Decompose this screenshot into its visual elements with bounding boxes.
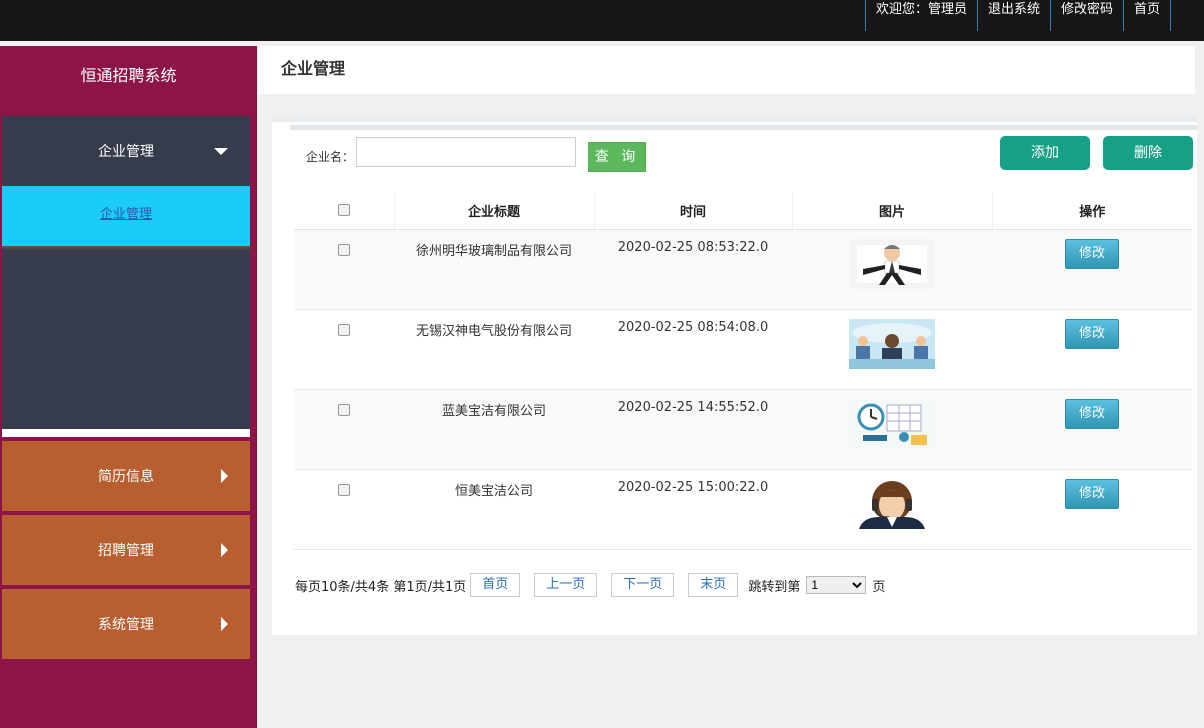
row-checkbox[interactable]	[338, 323, 350, 336]
table-row: 恒美宝洁公司 2020-02-25 15:00:22.0 修改	[294, 469, 1192, 550]
time-cell: 2020-02-25 15:00:22.0	[594, 469, 792, 550]
cartoon-businessman-thumb	[849, 238, 935, 289]
row-select-cell	[294, 389, 394, 470]
add-button[interactable]: 添加	[1000, 136, 1090, 170]
schedule-clock-thumb	[849, 398, 935, 449]
edit-button[interactable]: 修改	[1065, 238, 1119, 269]
action-cell: 修改	[992, 469, 1192, 550]
company-title-cell: 蓝美宝洁有限公司	[394, 389, 594, 470]
time-cell: 2020-02-25 08:54:08.0	[594, 309, 792, 390]
menu-item-system[interactable]: 系统管理	[2, 589, 250, 659]
table-header-row: 企业标题 时间 图片 操作	[294, 192, 1192, 230]
image-cell	[792, 309, 992, 390]
menu-item-label: 企业管理	[98, 144, 154, 160]
column-header-action: 操作	[992, 192, 1192, 230]
edit-button[interactable]: 修改	[1065, 398, 1119, 429]
caret-right-icon	[221, 469, 228, 483]
home-link[interactable]: 首页	[1122, 0, 1171, 31]
logout-link[interactable]: 退出系统	[976, 0, 1050, 31]
menu-item-recruitment[interactable]: 招聘管理	[2, 515, 250, 585]
company-name-input[interactable]	[356, 137, 576, 167]
app-brand: 恒通招聘系统	[0, 46, 257, 108]
time-cell: 2020-02-25 08:53:22.0	[594, 229, 792, 310]
caret-down-icon	[214, 148, 228, 155]
pagination: 每页10条/共4条 第1页/共1页 首页 上一页 下一页 末页 跳转到第 1 页	[295, 573, 885, 597]
table-row: 蓝美宝洁有限公司 2020-02-25 14:55:52.0 修改	[294, 389, 1192, 470]
row-checkbox[interactable]	[338, 483, 350, 496]
content-divider	[272, 117, 1197, 122]
company-table: 企业标题 时间 图片 操作 徐州明华玻璃制品有限公司 2020-02-25 08…	[294, 192, 1192, 550]
sidebar: 恒通招聘系统 企业管理 企业管理 简历信息 招聘管理 系统管理	[0, 46, 257, 728]
caret-right-icon	[221, 617, 228, 631]
menu-item-label: 招聘管理	[98, 543, 154, 559]
company-title-cell: 无锡汉神电气股份有限公司	[394, 309, 594, 390]
edit-button[interactable]: 修改	[1065, 478, 1119, 509]
action-cell: 修改	[992, 389, 1192, 470]
menu-item-label: 系统管理	[98, 617, 154, 633]
action-cell: 修改	[992, 309, 1192, 390]
pagination-summary: 每页10条/共4条 第1页/共1页	[295, 579, 467, 595]
top-bar: 欢迎您：管理员 退出系统 修改密码 首页	[0, 0, 1204, 41]
table-row: 无锡汉神电气股份有限公司 2020-02-25 08:54:08.0 修改	[294, 309, 1192, 390]
jump-suffix-label: 页	[872, 579, 886, 595]
next-page-button[interactable]: 下一页	[611, 573, 675, 597]
company-title-cell: 恒美宝洁公司	[394, 469, 594, 550]
table-row: 徐州明华玻璃制品有限公司 2020-02-25 08:53:22.0 修改	[294, 229, 1192, 310]
delete-button[interactable]: 删除	[1103, 136, 1193, 170]
content-panel: 企业名： 查 询 添加 删除 企业标题 时间 图片 操作 徐州明华玻璃制品有限公…	[272, 117, 1197, 635]
caret-right-icon	[221, 543, 228, 557]
menu-group-enterprise: 企业管理 企业管理	[2, 116, 250, 436]
row-select-cell	[294, 229, 394, 310]
menu-item-enterprise[interactable]: 企业管理	[2, 116, 250, 186]
action-cell: 修改	[992, 229, 1192, 310]
menu-divider	[2, 429, 250, 437]
page-jump-select[interactable]: 1	[806, 576, 867, 594]
company-title-cell: 徐州明华玻璃制品有限公司	[394, 229, 594, 310]
column-header-image: 图片	[792, 192, 993, 230]
menu-item-resume[interactable]: 简历信息	[2, 441, 250, 511]
business-meeting-thumb	[849, 318, 935, 369]
top-nav: 欢迎您：管理员 退出系统 修改密码 首页	[864, 0, 1171, 31]
image-cell	[792, 389, 992, 470]
row-select-cell	[294, 469, 394, 550]
row-select-cell	[294, 309, 394, 390]
search-label: 企业名：	[306, 150, 355, 164]
column-header-title: 企业标题	[394, 192, 595, 230]
first-page-button[interactable]: 首页	[470, 573, 521, 597]
headset-agent-thumb	[849, 478, 935, 529]
submenu-item-enterprise[interactable]: 企业管理	[2, 186, 250, 246]
column-header-time: 时间	[594, 192, 793, 230]
submenu-divider	[2, 246, 250, 250]
content-divider	[290, 125, 1197, 130]
jump-prefix-label: 跳转到第	[748, 579, 801, 595]
menu-item-label: 简历信息	[98, 469, 154, 485]
image-cell	[792, 469, 992, 550]
row-checkbox[interactable]	[338, 243, 350, 256]
edit-button[interactable]: 修改	[1065, 318, 1119, 349]
select-all-cell	[294, 192, 395, 230]
row-checkbox[interactable]	[338, 403, 350, 416]
query-button[interactable]: 查 询	[588, 142, 646, 172]
page-header: 企业管理	[258, 46, 1195, 94]
image-cell	[792, 229, 992, 310]
last-page-button[interactable]: 末页	[688, 573, 739, 597]
time-cell: 2020-02-25 14:55:52.0	[594, 389, 792, 470]
select-all-checkbox[interactable]	[337, 204, 350, 217]
submenu-item-label[interactable]: 企业管理	[100, 207, 152, 222]
prev-page-button[interactable]: 上一页	[534, 573, 598, 597]
change-password-link[interactable]: 修改密码	[1049, 0, 1123, 31]
welcome-user-link[interactable]: 欢迎您：管理员	[864, 0, 977, 31]
page-title: 企业管理	[281, 59, 346, 78]
